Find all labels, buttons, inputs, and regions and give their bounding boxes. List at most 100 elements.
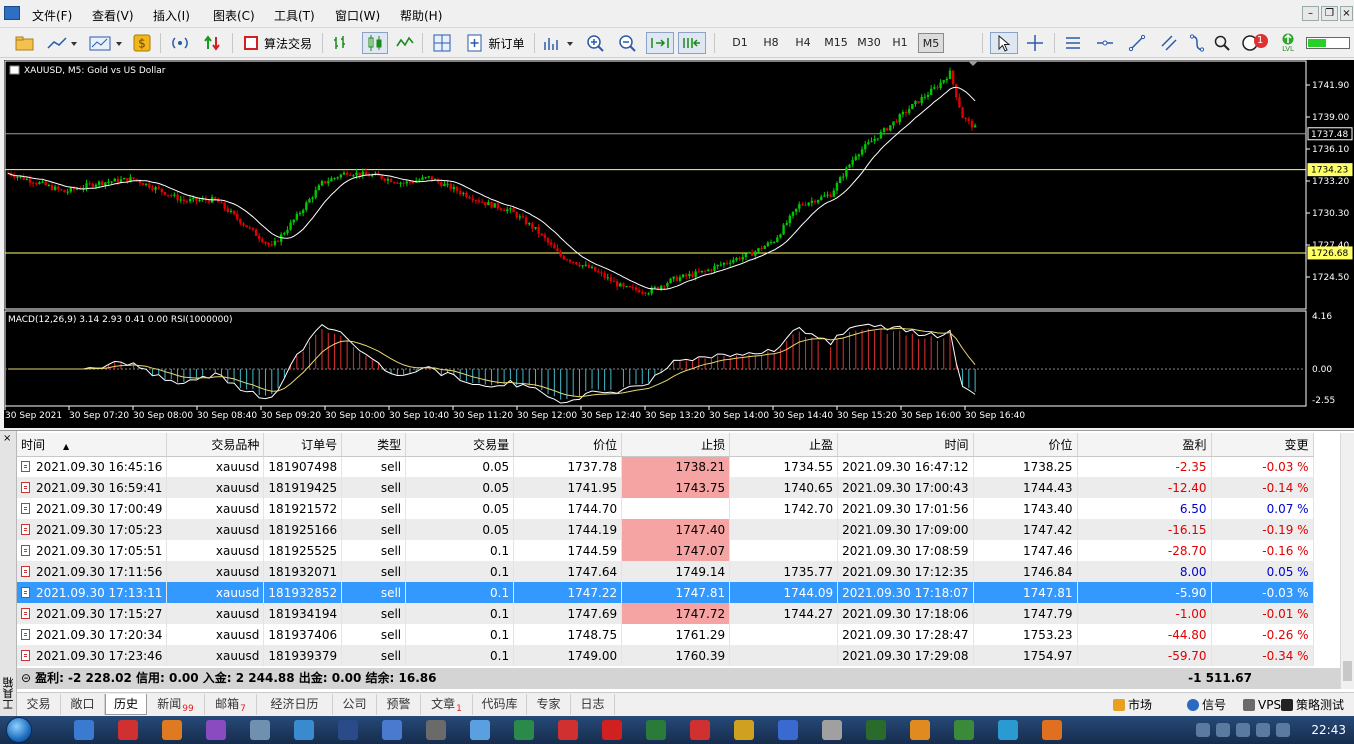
scrollbar-thumb[interactable] bbox=[1343, 661, 1352, 681]
history-row[interactable]: 2021.09.30 17:20:34 xauusd 181937406 sell 0.… bbox=[17, 624, 1314, 645]
tab-9[interactable]: 代码库 bbox=[473, 694, 527, 715]
taskbar-app-icon[interactable] bbox=[162, 720, 182, 740]
taskbar-app-icon[interactable] bbox=[118, 720, 138, 740]
right-tab-0[interactable]: 市场 bbox=[1113, 695, 1152, 715]
restore-button[interactable]: ❐ bbox=[1321, 6, 1338, 21]
tray-icon[interactable] bbox=[1196, 723, 1210, 737]
history-row[interactable]: 2021.09.30 16:45:16 xauusd 181907498 sell 0.… bbox=[17, 456, 1314, 477]
level-button[interactable]: LVL bbox=[1276, 32, 1300, 54]
right-tab-1[interactable]: 信号 bbox=[1187, 695, 1226, 715]
market-watch-button[interactable]: $ bbox=[131, 32, 153, 54]
new-order-button[interactable]: 新订单 bbox=[464, 32, 528, 54]
trendline-button[interactable] bbox=[1126, 32, 1148, 54]
chart-type-dropdown[interactable] bbox=[44, 32, 80, 54]
history-row[interactable]: 2021.09.30 17:00:49 xauusd 181921572 sell 0.… bbox=[17, 498, 1314, 519]
history-row[interactable]: 2021.09.30 17:23:46 xauusd 181939379 sell 0.… bbox=[17, 645, 1314, 666]
cursor-button[interactable] bbox=[990, 32, 1018, 54]
zoom-in-button[interactable] bbox=[584, 32, 606, 54]
col-type[interactable]: 类型 bbox=[341, 433, 407, 457]
col-order[interactable]: 订单号 bbox=[263, 433, 343, 457]
right-tab-3[interactable]: 策略测试 bbox=[1281, 695, 1344, 715]
algo-trading-button[interactable]: 算法交易 bbox=[240, 32, 316, 54]
tray-icon[interactable] bbox=[1256, 723, 1270, 737]
new-chart-button[interactable] bbox=[12, 32, 38, 54]
history-row[interactable]: 2021.09.30 17:15:27 xauusd 181934194 sell 0.… bbox=[17, 603, 1314, 624]
tab-2[interactable]: 历史 bbox=[105, 694, 147, 715]
channel-button[interactable] bbox=[1158, 32, 1180, 54]
tray-icon[interactable] bbox=[1216, 723, 1230, 737]
notifications-button[interactable]: 1 bbox=[1240, 32, 1270, 54]
minimize-button[interactable]: – bbox=[1302, 6, 1319, 21]
col-close-price[interactable]: 价位 bbox=[973, 433, 1078, 457]
line-chart-button[interactable] bbox=[394, 32, 416, 54]
taskbar-app-icon[interactable] bbox=[690, 720, 710, 740]
bar-chart-button[interactable] bbox=[330, 32, 352, 54]
tab-4[interactable]: 邮箱7 bbox=[205, 694, 257, 715]
tab-10[interactable]: 专家 bbox=[527, 694, 571, 715]
signals-button[interactable] bbox=[168, 32, 192, 54]
taskbar-app-icon[interactable] bbox=[954, 720, 974, 740]
history-row[interactable]: 2021.09.30 17:05:51 xauusd 181925525 sell 0.… bbox=[17, 540, 1314, 561]
vertical-lines-button[interactable] bbox=[1062, 32, 1084, 54]
taskbar-app-icon[interactable] bbox=[1042, 720, 1062, 740]
col-open-price[interactable]: 价位 bbox=[513, 433, 623, 457]
col-volume[interactable]: 交易量 bbox=[405, 433, 515, 457]
col-sl[interactable]: 止损 bbox=[621, 433, 731, 457]
taskbar-app-icon[interactable] bbox=[558, 720, 578, 740]
menu-help[interactable]: 帮助(H) bbox=[400, 7, 442, 24]
periods-dropdown[interactable] bbox=[540, 32, 578, 54]
menu-file[interactable]: 文件(F) bbox=[32, 7, 72, 24]
right-tab-2[interactable]: VPS bbox=[1243, 695, 1281, 715]
menu-charts[interactable]: 图表(C) bbox=[213, 7, 255, 24]
chart-shift-button[interactable] bbox=[646, 32, 674, 54]
tab-6[interactable]: 公司 bbox=[333, 694, 377, 715]
taskbar-app-icon[interactable] bbox=[206, 720, 226, 740]
menu-insert[interactable]: 插入(I) bbox=[153, 7, 190, 24]
tray-icon[interactable] bbox=[1236, 723, 1250, 737]
taskbar-app-icon[interactable] bbox=[778, 720, 798, 740]
taskbar-app-icon[interactable] bbox=[998, 720, 1018, 740]
col-close-time[interactable]: 时间 bbox=[837, 433, 974, 457]
zoom-out-button[interactable] bbox=[616, 32, 638, 54]
tray-icon[interactable] bbox=[1276, 723, 1290, 737]
indicators-dropdown[interactable] bbox=[86, 32, 126, 54]
chart-canvas[interactable]: 1741.901739.001736.101733.201730.301727.… bbox=[4, 60, 1354, 428]
close-panel-icon[interactable]: × bbox=[3, 433, 11, 444]
auto-scroll-toggle[interactable] bbox=[678, 32, 706, 54]
start-button[interactable] bbox=[6, 717, 32, 743]
tf-h1[interactable]: H1 bbox=[887, 33, 913, 53]
col-open-time[interactable]: 时间 ▲ bbox=[17, 433, 168, 457]
tf-h8[interactable]: H8 bbox=[758, 33, 784, 53]
menu-tools[interactable]: 工具(T) bbox=[274, 7, 315, 24]
col-symbol[interactable]: 交易品种 bbox=[166, 433, 265, 457]
tf-m5[interactable]: M5 bbox=[918, 33, 944, 53]
menu-window[interactable]: 窗口(W) bbox=[335, 7, 380, 24]
taskbar-app-icon[interactable] bbox=[910, 720, 930, 740]
menu-view[interactable]: 查看(V) bbox=[92, 7, 134, 24]
horizontal-line-button[interactable] bbox=[1094, 32, 1116, 54]
taskbar-app-icon[interactable] bbox=[602, 720, 622, 740]
history-row[interactable]: 2021.09.30 17:05:23 xauusd 181925166 sell 0.… bbox=[17, 519, 1314, 540]
close-button[interactable]: × bbox=[1340, 6, 1353, 21]
taskbar-app-icon[interactable] bbox=[866, 720, 886, 740]
search-button[interactable] bbox=[1212, 32, 1232, 54]
tab-11[interactable]: 日志 bbox=[571, 694, 615, 715]
tf-h4[interactable]: H4 bbox=[790, 33, 816, 53]
tab-0[interactable]: 交易 bbox=[17, 694, 61, 715]
taskbar-app-icon[interactable] bbox=[382, 720, 402, 740]
tab-8[interactable]: 文章1 bbox=[421, 694, 473, 715]
taskbar-app-icon[interactable] bbox=[470, 720, 490, 740]
collapse-icon[interactable]: ⊝ bbox=[21, 671, 31, 685]
price-chart[interactable]: 1741.90 1739.00 1736.10 1733.20 1730.30 1727.… bbox=[4, 60, 1354, 428]
tab-3[interactable]: 新闻99 bbox=[147, 694, 205, 715]
tf-d1[interactable]: D1 bbox=[727, 33, 753, 53]
taskbar-app-icon[interactable] bbox=[294, 720, 314, 740]
tab-7[interactable]: 预警 bbox=[377, 694, 421, 715]
candlestick-button[interactable] bbox=[362, 32, 388, 54]
taskbar-app-icon[interactable] bbox=[338, 720, 358, 740]
col-tp[interactable]: 止盈 bbox=[729, 433, 839, 457]
tf-m15[interactable]: M15 bbox=[822, 33, 850, 53]
taskbar-app-icon[interactable] bbox=[250, 720, 270, 740]
col-profit[interactable]: 盈利 bbox=[1077, 433, 1212, 457]
taskbar-app-icon[interactable] bbox=[734, 720, 754, 740]
